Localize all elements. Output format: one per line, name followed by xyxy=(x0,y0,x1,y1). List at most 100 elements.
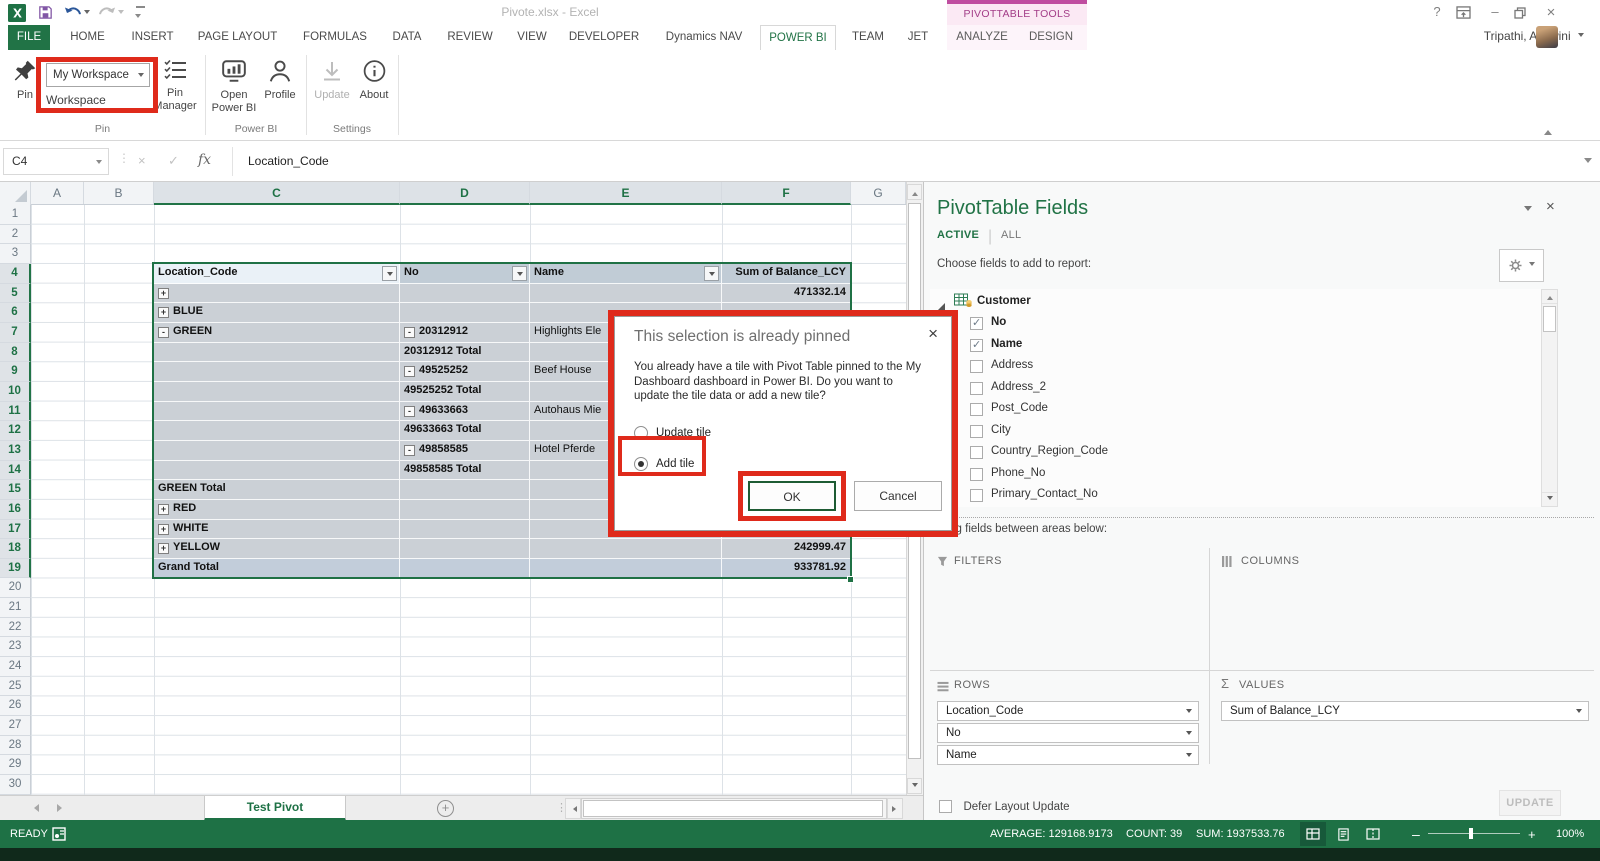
macro-record-icon[interactable] xyxy=(52,827,66,844)
pane-tab-all[interactable]: ALL xyxy=(1001,229,1021,241)
checkbox-icon[interactable] xyxy=(970,489,983,502)
pivot-row[interactable]: +YELLOW242999.47 xyxy=(154,539,851,559)
expand-icon[interactable]: + xyxy=(158,524,169,535)
scroll-down-icon[interactable] xyxy=(907,778,922,794)
about-button[interactable]: About xyxy=(352,58,396,102)
row-header[interactable]: 19 xyxy=(0,559,31,579)
expand-formula-bar-icon[interactable] xyxy=(1584,158,1592,167)
cancel-button[interactable]: Cancel xyxy=(854,481,942,511)
filter-dropdown-icon[interactable] xyxy=(382,266,397,281)
hscroll-left-icon[interactable] xyxy=(565,798,581,819)
values-field-sum-of-balance-lcy[interactable]: Sum of Balance_LCY xyxy=(1221,701,1589,721)
column-header-a[interactable]: A xyxy=(31,182,84,204)
column-header-c[interactable]: C xyxy=(154,182,400,205)
pivot-grand-total-row[interactable]: Grand Total933781.92 xyxy=(154,559,851,579)
tab-jet[interactable]: JET xyxy=(898,25,938,50)
checkbox-checked-icon[interactable] xyxy=(970,317,983,330)
dialog-close-icon[interactable]: × xyxy=(928,324,938,344)
pivot-header-sum[interactable]: Sum of Balance_LCY xyxy=(722,264,851,284)
fields-scroll-up-icon[interactable] xyxy=(1542,290,1557,304)
add-tile-radio[interactable] xyxy=(634,457,648,471)
sheet-next-icon[interactable] xyxy=(57,804,66,812)
pane-tab-active[interactable]: ACTIVE xyxy=(937,229,979,241)
profile-button[interactable]: Profile xyxy=(258,58,302,102)
pin-button[interactable]: Pin xyxy=(12,58,38,102)
row-header[interactable]: 12 xyxy=(0,421,31,441)
update-button[interactable]: Update xyxy=(310,58,354,102)
rows-field-no[interactable]: No xyxy=(937,723,1199,743)
collapse-icon[interactable]: - xyxy=(404,327,415,338)
row-header[interactable]: 2 xyxy=(0,225,31,245)
view-normal-icon[interactable] xyxy=(1300,822,1326,846)
zoom-level[interactable]: 100% xyxy=(1556,828,1584,840)
row-header[interactable]: 17 xyxy=(0,520,31,540)
row-header[interactable]: 23 xyxy=(0,637,31,657)
row-header[interactable]: 4 xyxy=(0,264,31,284)
row-header[interactable]: 5 xyxy=(0,284,31,304)
row-header[interactable]: 9 xyxy=(0,362,31,382)
expand-icon[interactable]: + xyxy=(158,543,169,554)
expand-icon[interactable]: + xyxy=(158,307,169,318)
row-header[interactable]: 18 xyxy=(0,539,31,559)
close-window-icon[interactable]: × xyxy=(1540,4,1562,21)
chip-dropdown-icon[interactable] xyxy=(1186,753,1192,760)
column-header-b[interactable]: B xyxy=(84,182,154,204)
fields-scrollbar[interactable] xyxy=(1541,289,1558,507)
collapse-icon[interactable]: - xyxy=(404,406,415,417)
tab-power-bi[interactable]: POWER BI xyxy=(760,25,836,50)
row-header[interactable]: 14 xyxy=(0,461,31,481)
insert-function-icon[interactable]: fx xyxy=(198,151,211,169)
pane-close-icon[interactable]: × xyxy=(1546,198,1555,215)
tab-view[interactable]: VIEW xyxy=(508,25,556,50)
tab-formulas[interactable]: FORMULAS xyxy=(296,25,374,50)
pin-manager-button[interactable]: Pin Manager xyxy=(152,58,198,113)
expand-icon[interactable]: + xyxy=(158,504,169,515)
row-header[interactable]: 28 xyxy=(0,736,31,756)
tab-page-layout[interactable]: PAGE LAYOUT xyxy=(190,25,285,50)
defer-checkbox-icon[interactable] xyxy=(939,800,952,813)
chip-dropdown-icon[interactable] xyxy=(1576,709,1582,716)
user-account[interactable]: Tripathi, Ashwini xyxy=(1484,29,1584,49)
rows-field-location-code[interactable]: Location_Code xyxy=(937,701,1199,721)
collapse-icon[interactable]: - xyxy=(404,445,415,456)
user-avatar[interactable] xyxy=(1536,26,1558,48)
select-all-corner[interactable] xyxy=(0,182,31,205)
row-header[interactable]: 10 xyxy=(0,382,31,402)
formula-content[interactable]: Location_Code xyxy=(248,154,329,168)
row-header[interactable]: 30 xyxy=(0,775,31,795)
row-header[interactable]: 7 xyxy=(0,323,31,343)
row-header[interactable]: 3 xyxy=(0,244,31,264)
tab-dynamics-nav[interactable]: Dynamics NAV xyxy=(652,25,756,50)
view-page-layout-icon[interactable] xyxy=(1330,822,1356,846)
filter-dropdown-icon[interactable] xyxy=(704,266,719,281)
zoom-slider-thumb[interactable] xyxy=(1469,828,1473,839)
customize-qat-icon[interactable] xyxy=(134,6,146,26)
scroll-up-icon[interactable] xyxy=(907,184,922,200)
tab-design[interactable]: DESIGN xyxy=(1020,25,1082,50)
horizontal-scrollbar-thumb[interactable] xyxy=(583,800,883,817)
collapse-ribbon-icon[interactable] xyxy=(1544,126,1552,135)
pivot-header-name[interactable]: Name xyxy=(530,264,722,284)
collapse-icon[interactable]: - xyxy=(404,366,415,377)
pivot-row[interactable]: +471332.14 xyxy=(154,284,851,304)
row-header[interactable]: 29 xyxy=(0,755,31,775)
tab-file[interactable]: FILE xyxy=(8,25,50,50)
table-name[interactable]: Customer xyxy=(977,295,1031,307)
zoom-in-icon[interactable]: + xyxy=(1528,827,1536,842)
tab-analyze[interactable]: ANALYZE xyxy=(950,25,1014,50)
tab-developer[interactable]: DEVELOPER xyxy=(560,25,648,50)
tools-gear-button[interactable] xyxy=(1499,249,1544,282)
tab-review[interactable]: REVIEW xyxy=(440,25,500,50)
pivot-header-no[interactable]: No xyxy=(400,264,530,284)
checkbox-icon[interactable] xyxy=(970,382,983,395)
pane-options-icon[interactable] xyxy=(1524,206,1532,215)
row-header[interactable]: 22 xyxy=(0,618,31,638)
checkbox-checked-icon[interactable] xyxy=(970,339,983,352)
tab-home[interactable]: HOME xyxy=(60,25,115,50)
add-tile-label[interactable]: Add tile xyxy=(656,458,694,470)
row-header[interactable]: 11 xyxy=(0,402,31,422)
ribbon-display-options-icon[interactable] xyxy=(1456,6,1471,24)
zoom-out-icon[interactable]: – xyxy=(1412,826,1420,842)
sheet-prev-icon[interactable] xyxy=(30,804,39,812)
open-power-bi-button[interactable]: Open Power BI xyxy=(209,58,259,115)
